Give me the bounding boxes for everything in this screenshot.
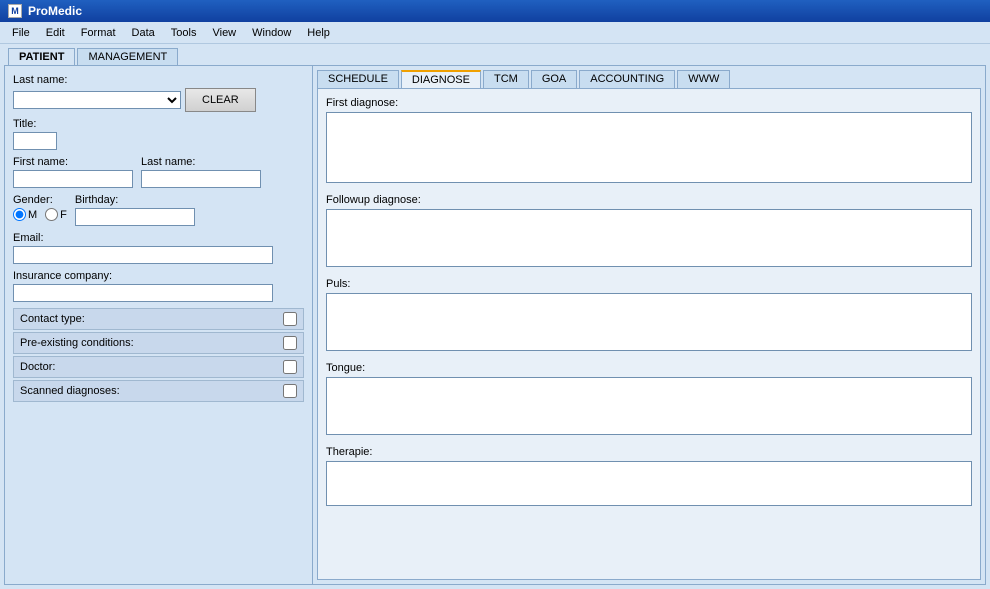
birthday-input[interactable] <box>75 208 195 226</box>
doctor-label: Doctor: <box>20 361 55 373</box>
tab-accounting[interactable]: ACCOUNTING <box>579 70 675 88</box>
birthday-group: Birthday: <box>75 194 195 226</box>
puls-textarea[interactable] <box>326 293 972 351</box>
gender-male-label[interactable]: M <box>13 208 37 221</box>
doctor-checkbox[interactable] <box>283 360 297 374</box>
clear-button[interactable]: CLEAR <box>185 88 256 112</box>
menu-file[interactable]: File <box>4 25 38 41</box>
menu-help[interactable]: Help <box>299 25 338 41</box>
followup-diagnose-section: Followup diagnose: <box>326 194 972 270</box>
menu-format[interactable]: Format <box>73 25 124 41</box>
tab-goa[interactable]: GOA <box>531 70 577 88</box>
last-name2-group: Last name: <box>141 156 261 188</box>
therapie-section: Therapie: <box>326 446 972 509</box>
tongue-section: Tongue: <box>326 362 972 438</box>
last-name-label: Last name: <box>13 74 304 86</box>
first-diagnose-textarea[interactable] <box>326 112 972 183</box>
gender-label: Gender: <box>13 194 67 206</box>
insurance-label: Insurance company: <box>13 270 304 282</box>
therapie-textarea[interactable] <box>326 461 972 506</box>
first-name-group: First name: <box>13 156 133 188</box>
followup-diagnose-label: Followup diagnose: <box>326 194 972 206</box>
left-panel: Last name: CLEAR Title: First name: <box>5 66 313 584</box>
tab-management[interactable]: MANAGEMENT <box>77 48 178 65</box>
menu-window[interactable]: Window <box>244 25 299 41</box>
gender-male-radio[interactable] <box>13 208 26 221</box>
birthday-label: Birthday: <box>75 194 195 206</box>
tab-schedule[interactable]: SCHEDULE <box>317 70 399 88</box>
tab-www[interactable]: WWW <box>677 70 730 88</box>
last-name2-label: Last name: <box>141 156 261 168</box>
pre-existing-label: Pre-existing conditions: <box>20 337 134 349</box>
email-group: Email: <box>13 232 304 264</box>
pre-existing-checkbox[interactable] <box>283 336 297 350</box>
right-panel: SCHEDULE DIAGNOSE TCM GOA ACCOUNTING WWW… <box>313 66 985 584</box>
first-diagnose-section: First diagnose: <box>326 97 972 186</box>
gender-male-text: M <box>28 209 37 221</box>
name-fields-row: First name: Last name: <box>13 156 304 188</box>
gender-radio-group: M F <box>13 208 67 221</box>
diagnose-content: First diagnose: Followup diagnose: Puls:… <box>317 88 981 580</box>
tab-diagnose[interactable]: DIAGNOSE <box>401 70 481 88</box>
tongue-textarea[interactable] <box>326 377 972 435</box>
last-name2-input[interactable] <box>141 170 261 188</box>
menu-view[interactable]: View <box>204 25 244 41</box>
gender-female-text: F <box>60 209 67 221</box>
gender-female-radio[interactable] <box>45 208 58 221</box>
gender-birthday-group: Gender: M F Bi <box>13 194 304 226</box>
first-diagnose-label: First diagnose: <box>326 97 972 109</box>
content-area: Last name: CLEAR Title: First name: <box>4 65 986 585</box>
scanned-diagnoses-checkbox[interactable] <box>283 384 297 398</box>
email-label: Email: <box>13 232 304 244</box>
puls-section: Puls: <box>326 278 972 354</box>
followup-diagnose-textarea[interactable] <box>326 209 972 267</box>
diagnose-tabs: SCHEDULE DIAGNOSE TCM GOA ACCOUNTING WWW <box>313 66 985 88</box>
gender-birthday-row: Gender: M F Bi <box>13 194 304 226</box>
main-container: PATIENT MANAGEMENT Last name: CLEAR Titl… <box>0 44 990 589</box>
menu-tools[interactable]: Tools <box>163 25 205 41</box>
contact-type-row: Contact type: <box>13 308 304 330</box>
tongue-label: Tongue: <box>326 362 972 374</box>
checkbox-section: Contact type: Pre-existing conditions: D… <box>13 308 304 402</box>
top-tabs: PATIENT MANAGEMENT <box>0 44 990 65</box>
scanned-diagnoses-label: Scanned diagnoses: <box>20 385 120 397</box>
last-name-select[interactable] <box>13 91 181 109</box>
scanned-diagnoses-row: Scanned diagnoses: <box>13 380 304 402</box>
pre-existing-row: Pre-existing conditions: <box>13 332 304 354</box>
menu-bar: File Edit Format Data Tools View Window … <box>0 22 990 44</box>
last-name-row: CLEAR <box>13 88 304 112</box>
gender-group: Gender: M F <box>13 194 67 226</box>
last-name-group: Last name: CLEAR <box>13 74 304 112</box>
first-name-input[interactable] <box>13 170 133 188</box>
menu-data[interactable]: Data <box>124 25 163 41</box>
contact-type-label: Contact type: <box>20 313 85 325</box>
app-title: ProMedic <box>28 4 82 18</box>
title-group: Title: <box>13 118 304 150</box>
insurance-group: Insurance company: <box>13 270 304 302</box>
gender-female-label[interactable]: F <box>45 208 67 221</box>
email-input[interactable] <box>13 246 273 264</box>
title-input[interactable] <box>13 132 57 150</box>
first-name-label: First name: <box>13 156 133 168</box>
tab-tcm[interactable]: TCM <box>483 70 529 88</box>
therapie-label: Therapie: <box>326 446 972 458</box>
contact-type-checkbox[interactable] <box>283 312 297 326</box>
name-group: First name: Last name: <box>13 156 304 188</box>
puls-label: Puls: <box>326 278 972 290</box>
insurance-input[interactable] <box>13 284 273 302</box>
app-icon: M <box>8 4 22 18</box>
menu-edit[interactable]: Edit <box>38 25 73 41</box>
doctor-row: Doctor: <box>13 356 304 378</box>
tab-patient[interactable]: PATIENT <box>8 48 75 65</box>
title-label: Title: <box>13 118 304 130</box>
title-bar: M ProMedic <box>0 0 990 22</box>
